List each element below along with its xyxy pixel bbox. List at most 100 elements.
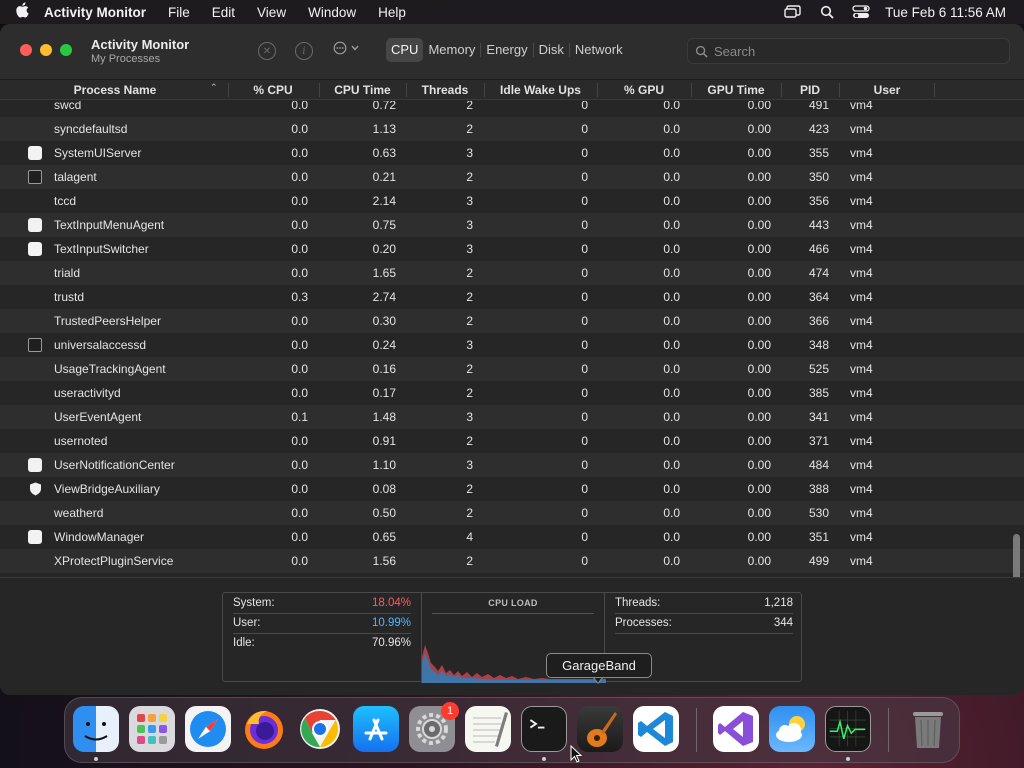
stop-process-icon[interactable]: ✕: [258, 42, 276, 60]
cell-user: vm4: [850, 122, 873, 136]
visual-studio-icon[interactable]: [713, 706, 759, 752]
table-scrollbar[interactable]: [1008, 101, 1024, 597]
table-row[interactable]: UsageTrackingAgent 0.0 0.16 2 0 0.0 0.00 525 vm4: [0, 357, 1024, 381]
inspect-info-icon[interactable]: i: [295, 42, 313, 60]
table-row[interactable]: trustd 0.3 2.74 2 0 0.0 0.00 364 vm4: [0, 285, 1024, 309]
safari-icon[interactable]: [185, 706, 231, 752]
textedit-icon[interactable]: [465, 706, 511, 752]
table-row[interactable]: UserEventAgent 0.1 1.48 3 0 0.0 0.00 341 vm4: [0, 405, 1024, 429]
trash-icon[interactable]: [905, 706, 951, 752]
search-icon[interactable]: [817, 4, 837, 20]
menu-help[interactable]: Help: [378, 5, 406, 20]
process-name: tccd: [54, 194, 77, 208]
search-field[interactable]: [687, 38, 1010, 64]
app-store-icon[interactable]: [353, 706, 399, 752]
screen-mirroring-icon[interactable]: [783, 4, 803, 20]
app-icon: [28, 530, 42, 544]
table-row[interactable]: triald 0.0 1.65 2 0 0.0 0.00 474 vm4: [0, 261, 1024, 285]
column-threads[interactable]: Threads: [406, 83, 484, 97]
cell-threads: 2: [466, 554, 473, 568]
table-row[interactable]: weatherd 0.0 0.50 2 0 0.0 0.00 530 vm4: [0, 501, 1024, 525]
garageband-icon[interactable]: [577, 706, 623, 752]
table-row[interactable]: tccd 0.0 2.14 3 0 0.0 0.00 356 vm4: [0, 189, 1024, 213]
window-subtitle[interactable]: My Processes: [91, 53, 189, 65]
menu-clock[interactable]: Tue Feb 6 11:56 AM: [885, 5, 1006, 20]
menu-edit[interactable]: Edit: [212, 5, 235, 20]
tab-bar: CPU Memory Energy Disk Network: [386, 38, 628, 62]
column-cpu-time[interactable]: CPU Time: [319, 83, 406, 97]
column-process-name[interactable]: Process Name: [10, 83, 220, 97]
tab-energy[interactable]: Energy: [481, 38, 532, 62]
cell-cpu: 0.0: [291, 506, 308, 520]
cell-idle: 0: [581, 314, 588, 328]
terminal-running-dot: [542, 757, 546, 761]
table-row[interactable]: XProtectPluginService 0.0 1.56 2 0 0.0 0.00 499…: [0, 549, 1024, 573]
tab-network[interactable]: Network: [570, 38, 628, 62]
stats-panel: System: 18.04% User: 10.99% Idle: 70.96%…: [0, 577, 1024, 695]
menu-window[interactable]: Window: [308, 5, 356, 20]
menu-file[interactable]: File: [168, 5, 190, 20]
table-row[interactable]: ViewBridgeAuxiliary 0.0 0.08 2 0 0.0 0.00 388 vm…: [0, 477, 1024, 501]
table-row[interactable]: WindowManager 0.0 0.65 4 0 0.0 0.00 351 vm4: [0, 525, 1024, 549]
table-row[interactable]: talagent 0.0 0.21 2 0 0.0 0.00 350 vm4: [0, 165, 1024, 189]
cell-pid: 351: [808, 530, 829, 544]
tab-memory[interactable]: Memory: [423, 38, 480, 62]
activity-monitor-icon[interactable]: [825, 706, 871, 752]
minimize-window-button[interactable]: [40, 44, 52, 56]
menu-view[interactable]: View: [257, 5, 286, 20]
column-user[interactable]: User: [839, 83, 935, 97]
column-pid[interactable]: PID: [781, 83, 839, 97]
ellipsis-circle-icon[interactable]: [333, 41, 359, 55]
cell-pid: 385: [808, 386, 829, 400]
apple-menu-icon[interactable]: [0, 2, 44, 22]
dock-tooltip: GarageBand: [546, 653, 652, 678]
terminal-icon[interactable]: [521, 706, 567, 752]
table-row[interactable]: swcd 0.0 0.72 2 0 0.0 0.00 491 vm4: [0, 101, 1024, 117]
cell-threads: 2: [466, 122, 473, 136]
cell-user: vm4: [850, 290, 873, 304]
table-row[interactable]: TextInputMenuAgent 0.0 0.75 3 0 0.0 0.00 443 vm4: [0, 213, 1024, 237]
stat-threads-label: Threads:: [615, 597, 661, 609]
launchpad-icon[interactable]: [129, 706, 175, 752]
search-input[interactable]: [714, 43, 994, 59]
firefox-icon[interactable]: [241, 706, 287, 752]
table-row[interactable]: UserNotificationCenter 0.0 1.10 3 0 0.0 0.00 48…: [0, 453, 1024, 477]
tab-disk[interactable]: Disk: [534, 38, 569, 62]
table-row[interactable]: universalaccessd 0.0 0.24 3 0 0.0 0.00 348 vm4: [0, 333, 1024, 357]
cell-idle: 0: [581, 266, 588, 280]
chrome-icon[interactable]: [297, 706, 343, 752]
finder-icon[interactable]: [73, 706, 119, 752]
close-window-button[interactable]: [20, 44, 32, 56]
table-row[interactable]: TrustedPeersHelper 0.0 0.30 2 0 0.0 0.00 366 vm4: [0, 309, 1024, 333]
column-cpu[interactable]: % CPU: [228, 83, 318, 97]
table-row[interactable]: useractivityd 0.0 0.17 2 0 0.0 0.00 385 vm4: [0, 381, 1024, 405]
cell-cpu: 0.0: [291, 146, 308, 160]
table-row[interactable]: syncdefaultsd 0.0 1.13 2 0 0.0 0.00 423 vm4: [0, 117, 1024, 141]
column-idle-wake-ups[interactable]: Idle Wake Ups: [484, 83, 597, 97]
process-name: TextInputSwitcher: [54, 242, 149, 256]
cell-gpu: 0.0: [663, 362, 680, 376]
column-gpu[interactable]: % GPU: [597, 83, 691, 97]
control-center-icon[interactable]: [851, 4, 871, 20]
cell-gpu-time: 0.00: [747, 146, 771, 160]
vscode-icon[interactable]: [633, 706, 679, 752]
cell-threads: 2: [466, 314, 473, 328]
weather-icon[interactable]: [769, 706, 815, 752]
stat-user: User: 10.99%: [233, 614, 411, 634]
cell-pid: 525: [808, 362, 829, 376]
cell-gpu: 0.0: [663, 122, 680, 136]
cell-cpu-time: 0.63: [372, 146, 396, 160]
table-row[interactable]: SystemUIServer 0.0 0.63 3 0 0.0 0.00 355 vm4: [0, 141, 1024, 165]
column-divider[interactable]: [934, 83, 935, 97]
menu-bar: Activity Monitor File Edit View Window H…: [0, 0, 1024, 24]
tab-cpu[interactable]: CPU: [386, 38, 424, 62]
menu-app-name[interactable]: Activity Monitor: [44, 5, 146, 20]
cell-user: vm4: [850, 314, 873, 328]
cell-cpu: 0.0: [291, 386, 308, 400]
zoom-window-button[interactable]: [60, 44, 72, 56]
cell-idle: 0: [581, 242, 588, 256]
process-table[interactable]: swcd 0.0 0.72 2 0 0.0 0.00 491 vm4 syncdefaultsd 0…: [0, 101, 1024, 577]
column-gpu-time[interactable]: GPU Time: [691, 83, 781, 97]
table-row[interactable]: TextInputSwitcher 0.0 0.20 3 0 0.0 0.00 466 vm4: [0, 237, 1024, 261]
table-row[interactable]: usernoted 0.0 0.91 2 0 0.0 0.00 371 vm4: [0, 429, 1024, 453]
